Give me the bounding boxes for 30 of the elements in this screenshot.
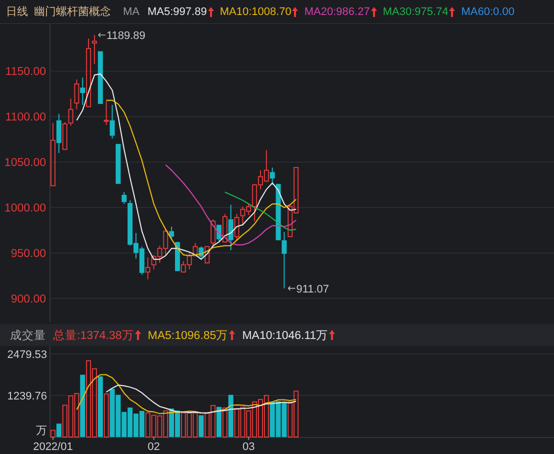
indicator-value: MA30:975.74 [382, 6, 448, 18]
indicator-value: MA5:997.89 [148, 6, 207, 18]
panel-title: 成交量 [10, 328, 46, 342]
axis-label: 万 [36, 425, 47, 437]
axis-label: 02 [148, 441, 160, 453]
sector-name: 幽门螺杆菌概念 [34, 4, 111, 19]
tick-mark [248, 436, 250, 440]
axis-label: 2479.53 [7, 349, 47, 361]
axis-label: 900.00 [10, 293, 46, 306]
tick-mark [52, 436, 54, 440]
axis-label: 1000.00 [4, 202, 46, 215]
axis-label: 1239.76 [7, 390, 47, 402]
axis-label: 950.00 [10, 248, 46, 260]
indicator-value: MA20:986.27 [304, 6, 370, 18]
axis-label: 03 [242, 441, 255, 453]
tick-mark [153, 436, 154, 440]
period-label: 日线 [6, 5, 28, 19]
price-annotation: 911.07 [288, 283, 330, 296]
price-annotation: 1189.89 [98, 30, 146, 42]
indicator-value: MA10:1046.11万 [242, 328, 328, 342]
axis-label: 2022/01 [33, 441, 73, 453]
indicator-value: 总量:1374.38万 [53, 328, 134, 342]
indicator-label[interactable]: MA [123, 6, 140, 18]
indicator-value: MA60:0.00 [461, 6, 514, 18]
candlestick [116, 143, 121, 184]
axis-label: 1100.00 [5, 112, 46, 124]
axis-label: 1150.00 [5, 66, 46, 78]
axis-label: 1050.00 [4, 157, 46, 170]
indicator-value: MA5:1096.85万 [148, 328, 228, 342]
indicator-value: MA10:1008.70 [220, 6, 292, 18]
